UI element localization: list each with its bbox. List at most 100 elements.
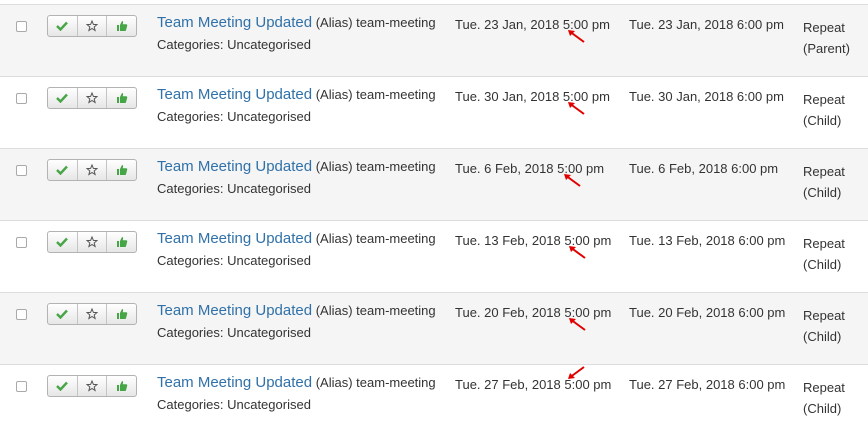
event-title-link[interactable]: Team Meeting Updated [157, 374, 312, 391]
publish-button[interactable] [48, 376, 78, 396]
event-title-link[interactable]: Team Meeting Updated [157, 302, 312, 319]
repeat-label: Repeat [803, 20, 845, 35]
repeat-label: Repeat [803, 380, 845, 395]
red-arrow-icon [569, 318, 586, 331]
event-categories: Categories: Uncategorised [157, 325, 311, 340]
event-alias: (Alias) team-meeting [315, 231, 436, 246]
repeat-type: (Child) [803, 329, 842, 344]
event-end-date: Tue. 20 Feb, 2018 6:00 pm [629, 305, 786, 320]
event-start-date: Tue. 13 Feb, 2018 5:00 pm [455, 233, 612, 248]
table-row: Team Meeting Updated (Alias) team-meetin… [0, 4, 868, 76]
feature-button[interactable] [78, 88, 108, 108]
repeat-label: Repeat [803, 164, 845, 179]
event-categories: Categories: Uncategorised [157, 109, 311, 124]
event-alias: (Alias) team-meeting [315, 303, 436, 318]
like-button[interactable] [107, 376, 136, 396]
event-alias: (Alias) team-meeting [315, 15, 436, 30]
event-title-link[interactable]: Team Meeting Updated [157, 14, 312, 31]
feature-button[interactable] [78, 376, 108, 396]
like-button[interactable] [107, 16, 136, 36]
event-title-cell: Team Meeting Updated (Alias) team-meetin… [157, 230, 436, 247]
star-icon [86, 164, 98, 176]
check-icon [56, 93, 69, 103]
star-icon [86, 20, 98, 32]
feature-button[interactable] [78, 160, 108, 180]
event-repeat: Repeat (Child) [803, 161, 845, 203]
repeat-label: Repeat [803, 308, 845, 323]
event-title-cell: Team Meeting Updated (Alias) team-meetin… [157, 86, 436, 103]
row-actions [47, 231, 137, 253]
thumbs-up-icon [116, 93, 127, 103]
feature-button[interactable] [78, 304, 108, 324]
repeat-type: (Child) [803, 185, 842, 200]
row-checkbox[interactable] [16, 165, 27, 176]
row-actions [47, 159, 137, 181]
event-start-date: Tue. 20 Feb, 2018 5:00 pm [455, 305, 612, 320]
table-row: Team Meeting Updated (Alias) team-meetin… [0, 364, 868, 436]
publish-button[interactable] [48, 160, 78, 180]
red-arrow-icon [568, 366, 585, 379]
like-button[interactable] [107, 304, 136, 324]
star-icon [86, 92, 98, 104]
feature-button[interactable] [78, 16, 108, 36]
event-end-date: Tue. 30 Jan, 2018 6:00 pm [629, 89, 784, 104]
table-row: Team Meeting Updated (Alias) team-meetin… [0, 220, 868, 292]
event-start-date: Tue. 30 Jan, 2018 5:00 pm [455, 89, 610, 104]
row-checkbox[interactable] [16, 21, 27, 32]
row-actions [47, 303, 137, 325]
repeat-label: Repeat [803, 92, 845, 107]
row-actions [47, 375, 137, 397]
event-end-date: Tue. 27 Feb, 2018 6:00 pm [629, 377, 786, 392]
repeat-type: (Child) [803, 257, 842, 272]
event-categories: Categories: Uncategorised [157, 253, 311, 268]
red-arrow-icon [568, 102, 585, 115]
event-repeat: Repeat (Child) [803, 233, 845, 275]
event-start-date: Tue. 27 Feb, 2018 5:00 pm [455, 377, 612, 392]
event-title-cell: Team Meeting Updated (Alias) team-meetin… [157, 158, 436, 175]
check-icon [56, 237, 69, 247]
repeat-type: (Child) [803, 113, 842, 128]
event-alias: (Alias) team-meeting [315, 375, 436, 390]
row-actions [47, 15, 137, 37]
red-arrow-icon [568, 30, 585, 43]
table-row: Team Meeting Updated (Alias) team-meetin… [0, 148, 868, 220]
thumbs-up-icon [116, 165, 127, 175]
repeat-type: (Parent) [803, 41, 850, 56]
event-alias: (Alias) team-meeting [315, 159, 436, 174]
red-arrow-icon [569, 246, 586, 259]
check-icon [56, 381, 69, 391]
row-checkbox[interactable] [16, 237, 27, 248]
event-repeat: Repeat (Child) [803, 89, 845, 131]
publish-button[interactable] [48, 88, 78, 108]
publish-button[interactable] [48, 232, 78, 252]
thumbs-up-icon [116, 309, 127, 319]
like-button[interactable] [107, 160, 136, 180]
event-title-cell: Team Meeting Updated (Alias) team-meetin… [157, 14, 436, 31]
event-start-date: Tue. 23 Jan, 2018 5:00 pm [455, 17, 610, 32]
event-repeat: Repeat (Child) [803, 377, 845, 419]
event-alias: (Alias) team-meeting [315, 87, 436, 102]
row-checkbox[interactable] [16, 309, 27, 320]
like-button[interactable] [107, 232, 136, 252]
star-icon [86, 236, 98, 248]
table-row: Team Meeting Updated (Alias) team-meetin… [0, 292, 868, 364]
row-checkbox[interactable] [16, 93, 27, 104]
red-arrow-icon [564, 174, 581, 187]
feature-button[interactable] [78, 232, 108, 252]
event-title-link[interactable]: Team Meeting Updated [157, 158, 312, 175]
like-button[interactable] [107, 88, 136, 108]
repeat-label: Repeat [803, 236, 845, 251]
event-title-link[interactable]: Team Meeting Updated [157, 86, 312, 103]
event-end-date: Tue. 13 Feb, 2018 6:00 pm [629, 233, 786, 248]
row-actions [47, 87, 137, 109]
star-icon [86, 380, 98, 392]
row-checkbox[interactable] [16, 381, 27, 392]
publish-button[interactable] [48, 16, 78, 36]
event-categories: Categories: Uncategorised [157, 397, 311, 412]
repeat-type: (Child) [803, 401, 842, 416]
event-categories: Categories: Uncategorised [157, 181, 311, 196]
thumbs-up-icon [116, 21, 127, 31]
event-title-link[interactable]: Team Meeting Updated [157, 230, 312, 247]
publish-button[interactable] [48, 304, 78, 324]
table-row: Team Meeting Updated (Alias) team-meetin… [0, 76, 868, 148]
